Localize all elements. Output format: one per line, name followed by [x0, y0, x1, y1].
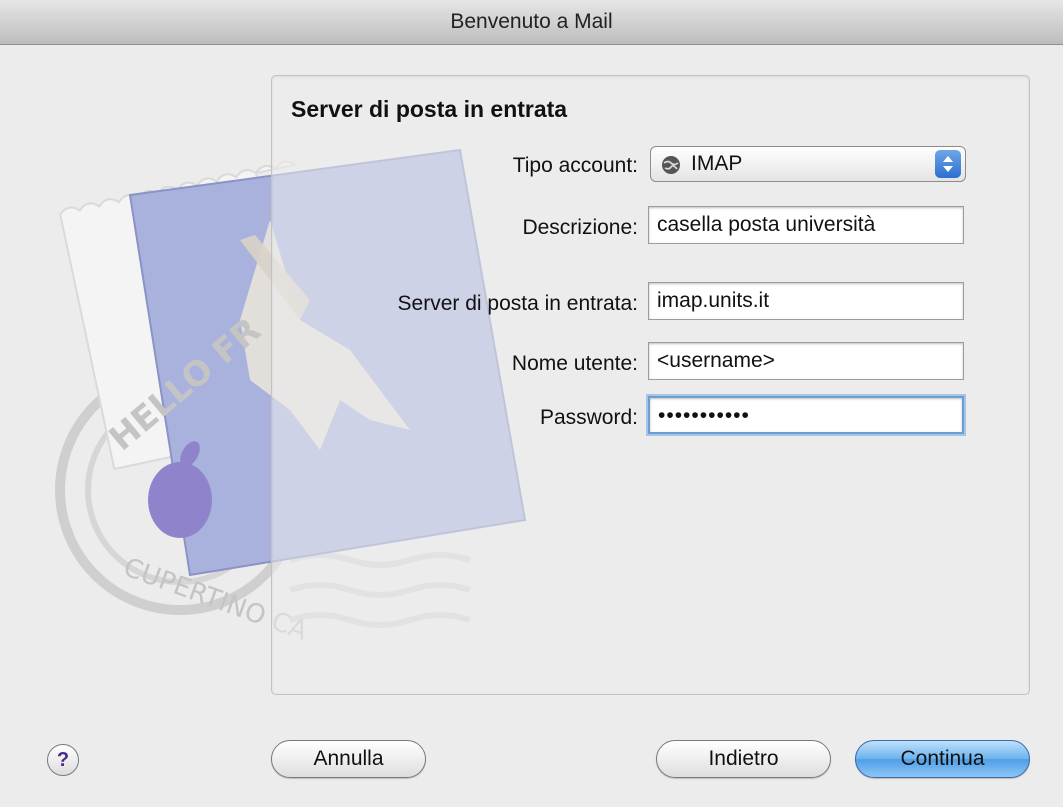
tipo-account-label: Tipo account:: [512, 154, 638, 177]
back-button[interactable]: Indietro: [656, 740, 831, 778]
descrizione-field[interactable]: casella posta università: [648, 206, 964, 244]
chevron-updown-icon: [935, 150, 961, 178]
tipo-account-value: IMAP: [691, 152, 743, 175]
globe-icon: [662, 156, 680, 174]
continue-button[interactable]: Continua: [855, 740, 1030, 778]
nome-utente-label: Nome utente:: [511, 352, 638, 375]
descrizione-label: Descrizione:: [522, 216, 638, 239]
server-field[interactable]: imap.units.it: [648, 282, 964, 320]
mail-setup-window: Benvenuto a Mail HELLO FR CUPERTINO CA S…: [0, 0, 1063, 807]
server-label: Server di posta in entrata:: [397, 292, 638, 315]
password-label: Password:: [539, 406, 638, 429]
nome-utente-field[interactable]: <username>: [648, 342, 964, 380]
help-button[interactable]: ?: [47, 744, 79, 776]
window-title: Benvenuto a Mail: [0, 0, 1063, 45]
panel-title: Server di posta in entrata: [291, 96, 568, 122]
cancel-button[interactable]: Annulla: [271, 740, 426, 778]
tipo-account-select[interactable]: IMAP: [650, 146, 966, 182]
password-field[interactable]: •••••••••••: [648, 396, 964, 434]
